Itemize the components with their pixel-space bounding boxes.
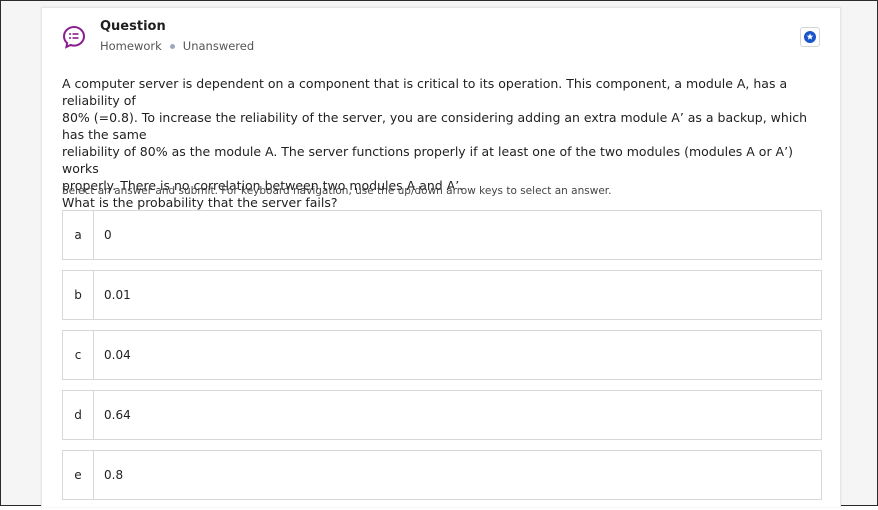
option-value: 0.64 bbox=[104, 408, 131, 422]
window-frame: Question Homework Unanswered A computer … bbox=[0, 0, 878, 507]
question-status-label: Unanswered bbox=[182, 39, 255, 53]
option-value: 0 bbox=[104, 228, 112, 242]
option-value: 0.04 bbox=[104, 348, 131, 362]
question-title: Question bbox=[100, 19, 166, 34]
answer-option-c[interactable]: c 0.04 bbox=[62, 330, 822, 380]
question-line: 80% (=0.8). To increase the reliability … bbox=[62, 110, 808, 142]
question-card: Question Homework Unanswered A computer … bbox=[41, 7, 841, 507]
question-meta: Homework Unanswered bbox=[100, 39, 254, 53]
option-letter: e bbox=[63, 451, 94, 499]
answer-option-b[interactable]: b 0.01 bbox=[62, 270, 822, 320]
option-value: 0.01 bbox=[104, 288, 131, 302]
option-letter: b bbox=[63, 271, 94, 319]
question-type-label: Homework bbox=[100, 39, 162, 53]
answer-options: a 0 b 0.01 c 0.04 d 0.64 e 0.8 bbox=[62, 210, 822, 510]
option-letter: a bbox=[63, 211, 94, 259]
star-badge-icon bbox=[804, 28, 816, 47]
question-chat-icon bbox=[62, 25, 86, 49]
question-line: A computer server is dependent on a comp… bbox=[62, 76, 788, 108]
answer-option-a[interactable]: a 0 bbox=[62, 210, 822, 260]
question-line: reliability of 80% as the module A. The … bbox=[62, 144, 793, 176]
option-letter: c bbox=[63, 331, 94, 379]
bookmark-button[interactable] bbox=[800, 27, 820, 47]
option-letter: d bbox=[63, 391, 94, 439]
option-value: 0.8 bbox=[104, 468, 124, 482]
separator-dot bbox=[169, 43, 175, 49]
answer-instruction: Select an answer and submit. For keyboar… bbox=[62, 185, 612, 197]
answer-option-d[interactable]: d 0.64 bbox=[62, 390, 822, 440]
answer-option-e[interactable]: e 0.8 bbox=[62, 450, 822, 500]
